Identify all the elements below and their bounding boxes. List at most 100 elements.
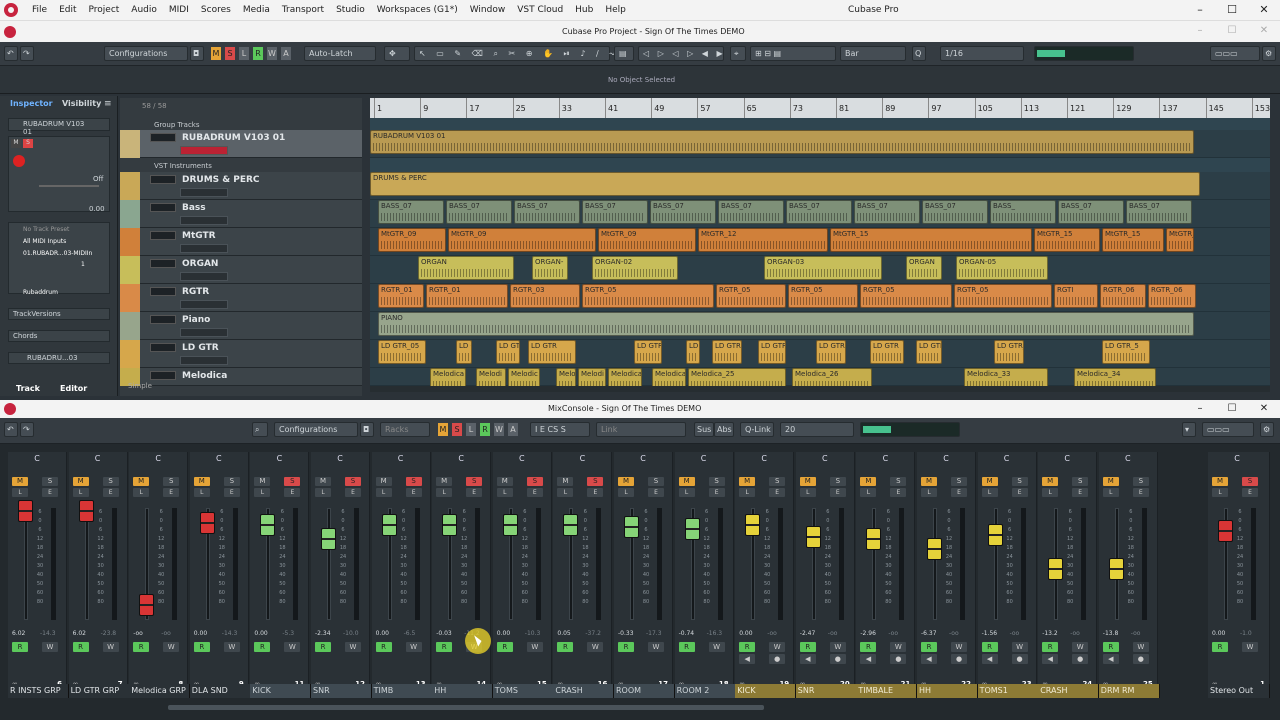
- menu-midi[interactable]: MIDI: [163, 0, 195, 20]
- fader-value[interactable]: -13.8: [1103, 630, 1119, 637]
- camera-icon[interactable]: ◘: [190, 46, 204, 61]
- inspector-track-name[interactable]: RUBADRUM V103 01: [8, 118, 110, 136]
- automation-toggle[interactable]: A: [281, 47, 291, 60]
- close-icon[interactable]: ✕: [1248, 0, 1280, 20]
- solo-button[interactable]: S: [1242, 477, 1258, 486]
- track-bass[interactable]: Bass: [120, 200, 362, 228]
- vst-instruments-header[interactable]: VST Instruments: [154, 162, 212, 170]
- fader-track[interactable]: [24, 508, 28, 620]
- peak-value[interactable]: -17.3: [646, 630, 662, 637]
- clip[interactable]: MtGTR_15: [1034, 228, 1100, 252]
- lane-bass[interactable]: BASS_07 BASS_07 BASS_07 BASS_07 BASS_07 BASS_…: [370, 200, 1270, 228]
- peak-value[interactable]: -14.3: [222, 630, 238, 637]
- track-name[interactable]: Melodica: [182, 371, 227, 381]
- clip[interactable]: LD GTR: [712, 340, 742, 364]
- write-automation-button[interactable]: W: [102, 642, 119, 652]
- pan-knob[interactable]: C: [759, 454, 769, 466]
- fader-track[interactable]: [872, 508, 877, 620]
- listen-button[interactable]: L: [12, 488, 28, 497]
- edit-channel-button[interactable]: E: [102, 488, 119, 497]
- fader-handle[interactable]: [1108, 558, 1124, 580]
- mute-button[interactable]: M: [1102, 477, 1119, 486]
- close-icon[interactable]: ✕: [1248, 400, 1280, 418]
- channel-name[interactable]: LD GTR GRP: [68, 684, 130, 698]
- pan-knob[interactable]: C: [396, 454, 406, 466]
- clip[interactable]: MtGTR_15: [830, 228, 1032, 252]
- fader-value[interactable]: 0.00: [376, 630, 389, 637]
- clip[interactable]: ORGAN-05: [956, 256, 1048, 280]
- peak-value[interactable]: -oo: [1070, 630, 1080, 637]
- tab-track[interactable]: Track: [16, 384, 40, 393]
- channel-name[interactable]: CRASH: [1038, 684, 1100, 698]
- menu-hub[interactable]: Hub: [569, 0, 599, 20]
- edit-channel-button[interactable]: E: [829, 488, 846, 497]
- peak-value[interactable]: -23.8: [101, 630, 117, 637]
- pan-knob[interactable]: C: [880, 454, 890, 466]
- peak-value[interactable]: -oo: [828, 630, 838, 637]
- peak-value[interactable]: -oo: [949, 630, 959, 637]
- listen-button[interactable]: L: [1042, 488, 1059, 497]
- clip[interactable]: RGTR_05: [860, 284, 952, 308]
- fader-handle[interactable]: [745, 514, 761, 536]
- pan-knob[interactable]: C: [1062, 454, 1072, 466]
- listen-button[interactable]: L: [678, 488, 695, 497]
- read-automation-button[interactable]: R: [1102, 642, 1119, 652]
- link-dropdown[interactable]: Link: [596, 422, 686, 437]
- channel-name[interactable]: DLA SND: [189, 684, 251, 698]
- track-name[interactable]: DRUMS & PERC: [182, 175, 260, 185]
- listen-button[interactable]: L: [618, 488, 634, 497]
- menu-help[interactable]: Help: [599, 0, 632, 20]
- listen-toggle[interactable]: L: [239, 47, 249, 60]
- menu-edit[interactable]: Edit: [53, 0, 82, 20]
- lane-drums[interactable]: DRUMS & PERC: [370, 172, 1270, 200]
- mixer-scroll-thumb[interactable]: [168, 705, 764, 710]
- write-automation-button[interactable]: W: [769, 642, 786, 652]
- inserts-toggle[interactable]: I: [535, 425, 537, 434]
- lane-melodica[interactable]: Melodica Melodi Melodic Melo Melodi Melodica M…: [370, 368, 1270, 392]
- channel-name[interactable]: KICK: [250, 684, 312, 698]
- color-icon[interactable]: ▤: [614, 46, 634, 61]
- fader-value[interactable]: -0.74: [679, 630, 695, 637]
- group-tracks-header[interactable]: Group Tracks: [154, 121, 200, 129]
- mute-button[interactable]: M: [921, 477, 937, 486]
- channel-name[interactable]: TIMB: [371, 684, 433, 698]
- mute-button[interactable]: M: [860, 477, 877, 486]
- solo-button[interactable]: S: [648, 477, 664, 486]
- solo-button[interactable]: S: [23, 139, 33, 148]
- pan-knob[interactable]: C: [32, 454, 42, 466]
- channel-name[interactable]: Stereo Out: [1208, 684, 1270, 698]
- lane-rgtr[interactable]: RGTR_01 RGTR_01 RGTR_03 RGTR_05 RGTR_05 RGTR_…: [370, 284, 1270, 312]
- clip[interactable]: RGTR_06: [1100, 284, 1146, 308]
- write-automation-button[interactable]: W: [951, 642, 967, 652]
- pan-knob[interactable]: C: [214, 454, 224, 466]
- mute-button[interactable]: M: [193, 477, 210, 486]
- edit-channel-button[interactable]: E: [587, 488, 604, 497]
- pan-knob[interactable]: C: [456, 454, 466, 466]
- fader-track[interactable]: [933, 508, 937, 620]
- clip[interactable]: RGTI: [1054, 284, 1098, 308]
- listen-button[interactable]: L: [1212, 488, 1228, 497]
- mute-button[interactable]: M: [557, 477, 574, 486]
- read-automation-button[interactable]: R: [799, 642, 816, 652]
- record-enable-button[interactable]: ●: [890, 654, 907, 664]
- track-rgtr[interactable]: RGTR: [120, 284, 362, 312]
- write-automation-button[interactable]: W: [223, 642, 240, 652]
- edit-channel-button[interactable]: E: [526, 488, 543, 497]
- sends-toggle[interactable]: S: [561, 425, 566, 434]
- solo-button[interactable]: S: [587, 477, 604, 486]
- channel-strip-toggle[interactable]: CS: [548, 425, 559, 434]
- fader-handle[interactable]: [866, 528, 882, 550]
- fader-value[interactable]: 0.00: [254, 630, 267, 637]
- fader-handle[interactable]: [442, 514, 458, 536]
- clip[interactable]: BASS_07: [854, 200, 920, 224]
- mix-mute-toggle[interactable]: M: [438, 423, 448, 436]
- inspector-bottom-track[interactable]: RUBADRU...03: [8, 352, 110, 364]
- read-automation-button[interactable]: R: [860, 642, 877, 652]
- peak-value[interactable]: -37.2: [585, 630, 601, 637]
- menu-workspaces[interactable]: Workspaces (G1*): [371, 0, 464, 20]
- menu-window[interactable]: Window: [464, 0, 512, 20]
- clip[interactable]: RGTR_05: [954, 284, 1052, 308]
- channel-name[interactable]: HH: [917, 684, 978, 698]
- project-arrange[interactable]: 1 9 17 25 33 41 49 57 65 73 81 89 97 105 113 121 129 137 1…: [370, 98, 1270, 392]
- write-automation-button[interactable]: W: [587, 642, 604, 652]
